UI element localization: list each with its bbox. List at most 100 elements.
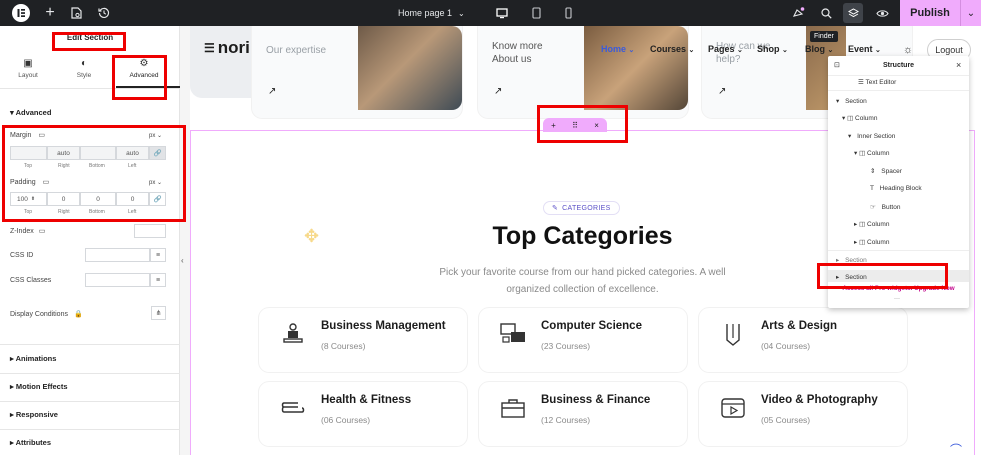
collapse-panel-chevron-icon[interactable]: ‹ <box>181 256 184 265</box>
upgrade-promo-link[interactable]: Access all Pro widgets. Upgrade Now <box>828 285 969 292</box>
desktop-responsive-icon[interactable]: ▭ <box>39 228 46 235</box>
chevron-down-icon: ⌄ <box>458 8 465 18</box>
structure-item-section[interactable]: ▸ Section <box>836 256 867 264</box>
tab-advanced-label: Advanced <box>129 72 159 79</box>
margin-right-caption: Right <box>58 163 70 169</box>
category-title: Computer Science <box>541 320 642 332</box>
close-icon[interactable]: × <box>594 121 599 130</box>
editor-panel: Edit Section ▣ Layout ◐ Style ⚙ Advanced… <box>0 26 180 455</box>
history-icon[interactable] <box>94 0 114 26</box>
desktop-responsive-icon[interactable]: ▭ <box>38 132 45 139</box>
margin-right-input[interactable]: auto <box>47 146 80 160</box>
structure-item-column[interactable]: ▸ ◫ Column <box>854 220 889 228</box>
nav-shop[interactable]: Shop ⌄ <box>757 44 788 54</box>
category-card[interactable]: Health & Fitness (06 Courses) <box>259 382 467 446</box>
structure-title: Structure <box>882 62 915 69</box>
tab-style-label: Style <box>76 72 92 79</box>
heading-icon: T <box>870 185 874 192</box>
structure-item-heading-block[interactable]: T Heading Block <box>870 185 922 192</box>
tab-layout-label: Layout <box>18 72 38 79</box>
margin-top-caption: Top <box>24 163 33 169</box>
tablet-view-icon[interactable] <box>526 0 546 26</box>
structure-item-column[interactable]: ▾ ◫ Column <box>842 114 877 122</box>
padding-top-input[interactable]: 100 ⬍ <box>10 192 47 206</box>
video-player-icon <box>719 394 747 422</box>
column-icon: ◫ <box>859 150 866 157</box>
category-card[interactable]: Arts & Design (04 Courses) <box>699 308 907 372</box>
attributes-section-toggle[interactable]: ▸ Attributes <box>10 438 51 447</box>
briefcase-icon <box>499 394 527 422</box>
padding-right-input[interactable]: 0 <box>47 192 80 206</box>
elementor-logo-icon[interactable] <box>10 0 32 26</box>
add-section-icon[interactable]: + <box>551 121 556 130</box>
margin-top-input[interactable] <box>10 146 47 160</box>
desktop-view-icon[interactable] <box>492 0 512 26</box>
notifications-icon[interactable] <box>788 0 808 26</box>
margin-left-caption: Left <box>128 163 137 169</box>
mobile-view-icon[interactable] <box>558 0 578 26</box>
advanced-section-toggle[interactable]: ▾ Advanced <box>10 108 51 117</box>
column-icon: ◫ <box>847 115 854 122</box>
close-icon[interactable]: × <box>956 60 961 70</box>
display-conditions-button[interactable]: ⋔ <box>151 306 166 320</box>
structure-item-text-editor[interactable]: ☰ Text Editor <box>858 78 896 86</box>
dynamic-tags-icon[interactable]: ≡ <box>150 273 166 287</box>
nav-home[interactable]: Home ⌄ <box>601 44 634 54</box>
nav-courses[interactable]: Courses ⌄ <box>650 44 694 54</box>
padding-unit-select[interactable]: px ⌄ <box>149 179 162 186</box>
category-count: (23 Courses) <box>541 341 591 351</box>
finder-search-icon[interactable] <box>816 0 836 26</box>
padding-link-icon[interactable]: 🔗 <box>149 192 166 206</box>
motion-effects-section-toggle[interactable]: ▸ Motion Effects <box>10 382 68 391</box>
panel-collapse-gutter: ‹ <box>180 26 190 455</box>
tab-layout[interactable]: ▣ Layout <box>0 58 56 86</box>
structure-item-section[interactable]: ▾ Section <box>836 97 867 105</box>
nav-blog[interactable]: Blog ⌄ <box>805 44 833 54</box>
structure-layers-icon[interactable] <box>843 3 863 23</box>
structure-item-spacer[interactable]: ⇕ Spacer <box>870 167 902 175</box>
site-logo[interactable]: ☰ nori <box>204 38 250 58</box>
publish-button[interactable]: Publish <box>900 0 960 26</box>
drag-handle-icon[interactable]: ⠿ <box>572 121 578 130</box>
structure-item-section-highlighted[interactable]: ▸ Section <box>828 270 969 282</box>
padding-left-input[interactable]: 0 <box>116 192 149 206</box>
category-count: (04 Courses) <box>761 341 811 351</box>
structure-item-inner-section[interactable]: ▾ Inner Section <box>848 132 895 140</box>
tab-advanced[interactable]: ⚙ Advanced <box>116 58 172 86</box>
logo-mark-icon: ☰ <box>204 41 215 55</box>
category-card[interactable]: Video & Photography (05 Courses) <box>699 382 907 446</box>
nav-pages[interactable]: Pages ⌄ <box>708 44 743 54</box>
desktop-responsive-icon[interactable]: ▭ <box>43 179 50 186</box>
responsive-section-toggle[interactable]: ▸ Responsive <box>10 410 58 419</box>
editor-topbar: + Home page 1 ⌄ Publish ⌄ <box>0 0 981 26</box>
spinner-icon[interactable]: ⬍ <box>31 196 35 202</box>
animations-section-toggle[interactable]: ▸ Animations <box>10 354 56 363</box>
zindex-input[interactable] <box>134 224 166 238</box>
margin-unit-select[interactable]: px ⌄ <box>149 132 162 139</box>
nav-event[interactable]: Event ⌄ <box>848 44 881 54</box>
margin-bottom-input[interactable] <box>80 146 116 160</box>
padding-top-caption: Top <box>24 209 33 215</box>
preview-eye-icon[interactable] <box>872 0 892 26</box>
structure-item-button[interactable]: ☞ Button <box>870 203 900 211</box>
category-card[interactable]: Business & Finance (12 Courses) <box>479 382 687 446</box>
page-selector[interactable]: Home page 1 ⌄ <box>398 0 478 26</box>
category-card[interactable]: Computer Science (23 Courses) <box>479 308 687 372</box>
category-card[interactable]: Business Management (8 Courses) <box>259 308 467 372</box>
cssclasses-input[interactable] <box>85 273 150 287</box>
margin-left-input[interactable]: auto <box>116 146 149 160</box>
cssid-input[interactable] <box>85 248 150 262</box>
structure-item-column[interactable]: ▸ ◫ Column <box>854 238 889 246</box>
tab-style[interactable]: ◐ Style <box>56 58 112 86</box>
page-settings-icon[interactable] <box>66 0 86 26</box>
publish-options-chevron-icon[interactable]: ⌄ <box>960 0 981 26</box>
advanced-heading: Advanced <box>15 108 52 117</box>
dynamic-tags-icon[interactable]: ≡ <box>150 248 166 262</box>
animations-heading: Animations <box>15 354 57 363</box>
text-editor-icon: ☰ <box>858 79 864 86</box>
structure-item-column[interactable]: ▾ ◫ Column <box>854 149 889 157</box>
margin-link-icon[interactable]: 🔗 <box>149 146 166 160</box>
padding-bottom-input[interactable]: 0 <box>80 192 116 206</box>
lock-icon: 🔒 <box>73 311 83 318</box>
add-element-icon[interactable]: + <box>40 0 60 26</box>
